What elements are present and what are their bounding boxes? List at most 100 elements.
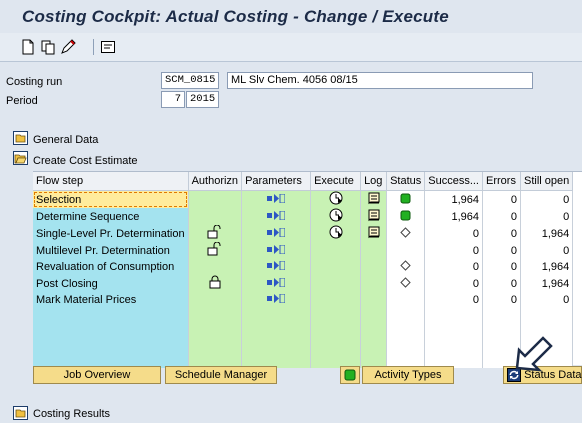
- parameters-cell[interactable]: [241, 208, 312, 225]
- parameters-cell[interactable]: [241, 275, 312, 292]
- log-scroll-icon: [368, 226, 380, 239]
- flow-step-cell[interactable]: Determine Sequence: [33, 208, 189, 225]
- errors-cell: 0: [482, 275, 521, 292]
- log-cell[interactable]: [360, 190, 388, 208]
- log-cell[interactable]: [360, 225, 388, 242]
- parameters-cell[interactable]: [241, 190, 312, 208]
- folder-closed-icon[interactable]: [13, 131, 28, 145]
- folder-closed-icon[interactable]: [13, 406, 28, 420]
- table-row[interactable]: Determine Sequence 1,964 0 0: [33, 208, 574, 225]
- table-row[interactable]: Revaluation of Consumption 0 0 1,964: [33, 259, 574, 275]
- errors-cell: 0: [482, 190, 521, 208]
- execute-cell[interactable]: [310, 242, 362, 259]
- job-overview-button[interactable]: Job Overview: [33, 366, 161, 384]
- status-button[interactable]: [340, 366, 360, 384]
- edit-icon[interactable]: [60, 39, 76, 55]
- copy-icon[interactable]: [40, 39, 56, 55]
- authorization-cell[interactable]: [188, 275, 243, 292]
- table-row[interactable]: Post Closing 0 0 1,964: [33, 275, 574, 292]
- table-row[interactable]: Single-Level Pr. Determination 0 0 1,964: [33, 225, 574, 242]
- still-open-cell: 0: [520, 242, 574, 259]
- authorization-cell[interactable]: [188, 292, 243, 308]
- column-header-parameters[interactable]: Parameters: [241, 172, 312, 191]
- status-cell: [386, 208, 426, 225]
- authorization-cell[interactable]: [188, 242, 243, 259]
- successful-cell: 1,964: [424, 190, 483, 208]
- new-icon[interactable]: [20, 39, 36, 55]
- execute-clock-icon: [329, 191, 343, 205]
- flow-step-cell[interactable]: Revaluation of Consumption: [33, 259, 189, 275]
- flow-step-cell[interactable]: Mark Material Prices: [33, 292, 189, 308]
- create-cost-estimate-label[interactable]: Create Cost Estimate: [33, 155, 138, 167]
- execute-cell[interactable]: [310, 208, 362, 225]
- errors-cell: 0: [482, 208, 521, 225]
- table-row[interactable]: Selection 1,964 0 0: [33, 190, 574, 208]
- period-field[interactable]: 7: [161, 91, 185, 108]
- parameters-icon: [267, 293, 286, 304]
- successful-cell: 0: [424, 292, 483, 308]
- parameters-cell[interactable]: [241, 259, 312, 275]
- column-header-execute[interactable]: Execute: [310, 172, 362, 191]
- parameters-icon: [267, 193, 286, 203]
- execute-clock-icon: [329, 225, 343, 239]
- parameters-cell[interactable]: [241, 242, 312, 259]
- column-header-log[interactable]: Log: [360, 172, 388, 191]
- parameters-icon: [267, 227, 286, 237]
- column-header-still-open[interactable]: Still open: [520, 172, 574, 191]
- log-cell[interactable]: [360, 275, 388, 292]
- column-header-flow-step[interactable]: Flow step: [33, 172, 189, 191]
- inactive-status-icon: [400, 226, 411, 238]
- log-cell[interactable]: [360, 259, 388, 275]
- still-open-cell: 0: [520, 208, 574, 225]
- general-data-label[interactable]: General Data: [33, 134, 98, 146]
- schedule-manager-button[interactable]: Schedule Manager: [165, 366, 277, 384]
- log-scroll-icon: [368, 209, 380, 222]
- execute-cell[interactable]: [310, 190, 362, 208]
- parameters-cell[interactable]: [241, 225, 312, 242]
- year-field[interactable]: 2015: [186, 91, 219, 108]
- authorization-cell[interactable]: [188, 208, 243, 225]
- folder-open-icon[interactable]: [13, 151, 28, 165]
- costing-run-description[interactable]: ML Slv Chem. 4056 08/15: [227, 72, 533, 89]
- flow-step-cell[interactable]: Selection: [33, 190, 189, 208]
- callout-arrow-icon: [515, 336, 553, 372]
- flow-step-cell[interactable]: Single-Level Pr. Determination: [33, 225, 189, 242]
- log-cell[interactable]: [360, 208, 388, 225]
- log-cell[interactable]: [360, 292, 388, 308]
- table-row[interactable]: Multilevel Pr. Determination 0 0 0: [33, 242, 574, 259]
- execute-cell[interactable]: [310, 225, 362, 242]
- still-open-cell: 1,964: [520, 275, 574, 292]
- toolbar-separator: [93, 39, 94, 55]
- parameters-icon: [267, 277, 286, 287]
- parameters-icon: [267, 260, 286, 271]
- log-cell[interactable]: [360, 242, 388, 259]
- execute-cell[interactable]: [310, 292, 362, 308]
- still-open-cell: 1,964: [520, 225, 574, 242]
- flow-step-cell[interactable]: Multilevel Pr. Determination: [33, 242, 189, 259]
- column-header-successful[interactable]: Success...: [424, 172, 483, 191]
- errors-cell: 0: [482, 259, 521, 275]
- still-open-cell: 0: [520, 190, 574, 208]
- parameters-cell[interactable]: [241, 292, 312, 308]
- grid-header-row: Flow step Authorizn Parameters Execute L…: [33, 172, 574, 191]
- costing-run-field[interactable]: SCM_0815: [161, 72, 219, 89]
- execute-cell[interactable]: [310, 259, 362, 275]
- info-icon[interactable]: [100, 39, 116, 55]
- column-header-status[interactable]: Status: [386, 172, 426, 191]
- activity-types-button[interactable]: Activity Types: [362, 366, 454, 384]
- successful-cell: 0: [424, 242, 483, 259]
- status-cell: [386, 275, 426, 292]
- successful-cell: 0: [424, 259, 483, 275]
- table-row[interactable]: Mark Material Prices 0 0 0: [33, 292, 574, 308]
- authorization-cell[interactable]: [188, 190, 243, 208]
- column-header-authorization[interactable]: Authorizn: [188, 172, 243, 191]
- authorization-cell[interactable]: [188, 225, 243, 242]
- execute-cell[interactable]: [310, 275, 362, 292]
- status-cell: [386, 225, 426, 242]
- authorization-cell[interactable]: [188, 259, 243, 275]
- errors-cell: 0: [482, 242, 521, 259]
- flow-step-cell[interactable]: Post Closing: [33, 275, 189, 292]
- column-header-errors[interactable]: Errors: [482, 172, 521, 191]
- locked-icon: [209, 275, 221, 289]
- costing-results-label[interactable]: Costing Results: [33, 408, 110, 420]
